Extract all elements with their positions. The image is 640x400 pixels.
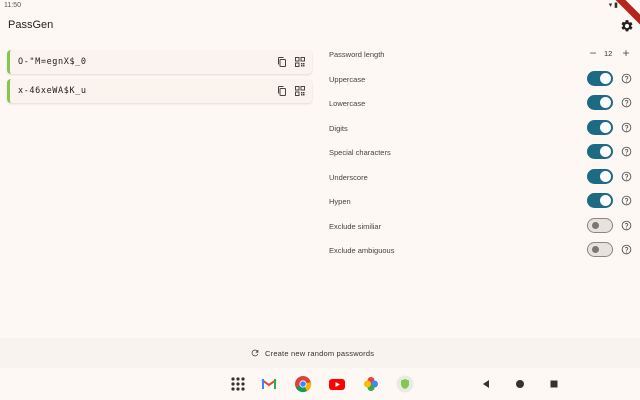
create-passwords-button[interactable]: Create new random passwords <box>250 346 374 360</box>
photos-icon[interactable] <box>362 375 380 393</box>
help-icon[interactable] <box>621 97 632 108</box>
apps-grid-icon[interactable] <box>229 375 247 393</box>
option-toggle[interactable] <box>587 242 613 257</box>
password-list: O-"M=egnX$_0 x-46xeWA$K_u <box>7 50 312 108</box>
password-text[interactable]: O-"M=egnX$_0 <box>18 57 87 67</box>
help-icon[interactable] <box>621 220 632 231</box>
chrome-icon[interactable] <box>294 375 312 393</box>
settings-panel: Password length − 12 + Uppercase Lowercas… <box>329 42 634 263</box>
recents-icon[interactable] <box>549 379 559 389</box>
status-bar: 11:50 ▾ ▮ <box>0 0 640 12</box>
toggle-knob <box>600 195 611 206</box>
password-length-label: Password length <box>329 50 385 59</box>
qr-code-icon[interactable] <box>294 56 306 68</box>
help-icon[interactable] <box>621 244 632 255</box>
qr-code-icon[interactable] <box>294 85 306 97</box>
passgen-app-icon[interactable] <box>396 375 414 393</box>
toggle-knob <box>592 221 599 229</box>
option-toggle[interactable] <box>587 168 613 184</box>
help-icon[interactable] <box>621 195 632 206</box>
option-row: Special characters <box>329 140 634 165</box>
password-length-row: Password length − 12 + <box>329 42 634 67</box>
option-row: Exclude similiar <box>329 214 634 239</box>
option-row: Underscore <box>329 165 634 190</box>
option-toggle[interactable] <box>587 217 613 233</box>
toggle-knob <box>600 170 611 182</box>
help-icon[interactable] <box>621 171 632 182</box>
toggle-knob <box>600 72 611 84</box>
bottom-action-area: Create new random passwords <box>0 338 640 368</box>
option-label: Special characters <box>329 148 391 157</box>
option-toggle[interactable] <box>587 119 613 135</box>
option-row: Exclude ambiguous <box>329 238 634 263</box>
status-time: 11:50 <box>4 2 21 9</box>
app-title: PassGen <box>8 19 54 31</box>
password-text[interactable]: x-46xeWA$K_u <box>18 86 87 96</box>
password-length-value: 12 <box>604 49 613 58</box>
toggle-knob <box>592 246 599 253</box>
create-passwords-label: Create new random passwords <box>265 348 375 358</box>
option-label: Hypen <box>329 197 351 206</box>
help-icon[interactable] <box>621 73 632 84</box>
option-label: Digits <box>329 123 348 133</box>
increase-length-button[interactable]: + <box>620 46 632 60</box>
option-label: Exclude ambiguous <box>329 246 395 255</box>
copy-icon[interactable] <box>276 85 288 97</box>
toggle-knob <box>600 146 611 157</box>
option-label: Lowercase <box>329 99 366 108</box>
app-bar: PassGen <box>0 12 640 40</box>
system-navigation-bar <box>0 368 640 400</box>
toggle-knob <box>600 97 611 108</box>
help-icon[interactable] <box>621 146 632 157</box>
option-label: Exclude similiar <box>329 221 382 231</box>
copy-icon[interactable] <box>276 56 288 68</box>
option-toggle[interactable] <box>587 95 613 110</box>
home-icon[interactable] <box>515 379 525 389</box>
option-row: Digits <box>329 116 634 141</box>
help-icon[interactable] <box>621 122 632 133</box>
decrease-length-button[interactable]: − <box>587 46 599 60</box>
option-label: Uppercase <box>329 74 366 84</box>
option-label: Underscore <box>329 172 368 182</box>
option-toggle[interactable] <box>587 193 613 208</box>
gear-icon[interactable] <box>620 19 634 33</box>
back-icon[interactable] <box>481 379 491 389</box>
youtube-icon[interactable] <box>328 375 346 393</box>
option-row: Uppercase <box>329 67 634 92</box>
option-row: Lowercase <box>329 91 634 116</box>
option-row: Hypen <box>329 189 634 214</box>
option-toggle[interactable] <box>587 70 613 86</box>
option-toggle[interactable] <box>587 144 613 159</box>
gmail-icon[interactable] <box>260 375 278 393</box>
refresh-icon <box>251 349 259 357</box>
password-card[interactable]: x-46xeWA$K_u <box>7 79 312 103</box>
password-card[interactable]: O-"M=egnX$_0 <box>7 50 312 74</box>
toggle-knob <box>600 121 611 133</box>
